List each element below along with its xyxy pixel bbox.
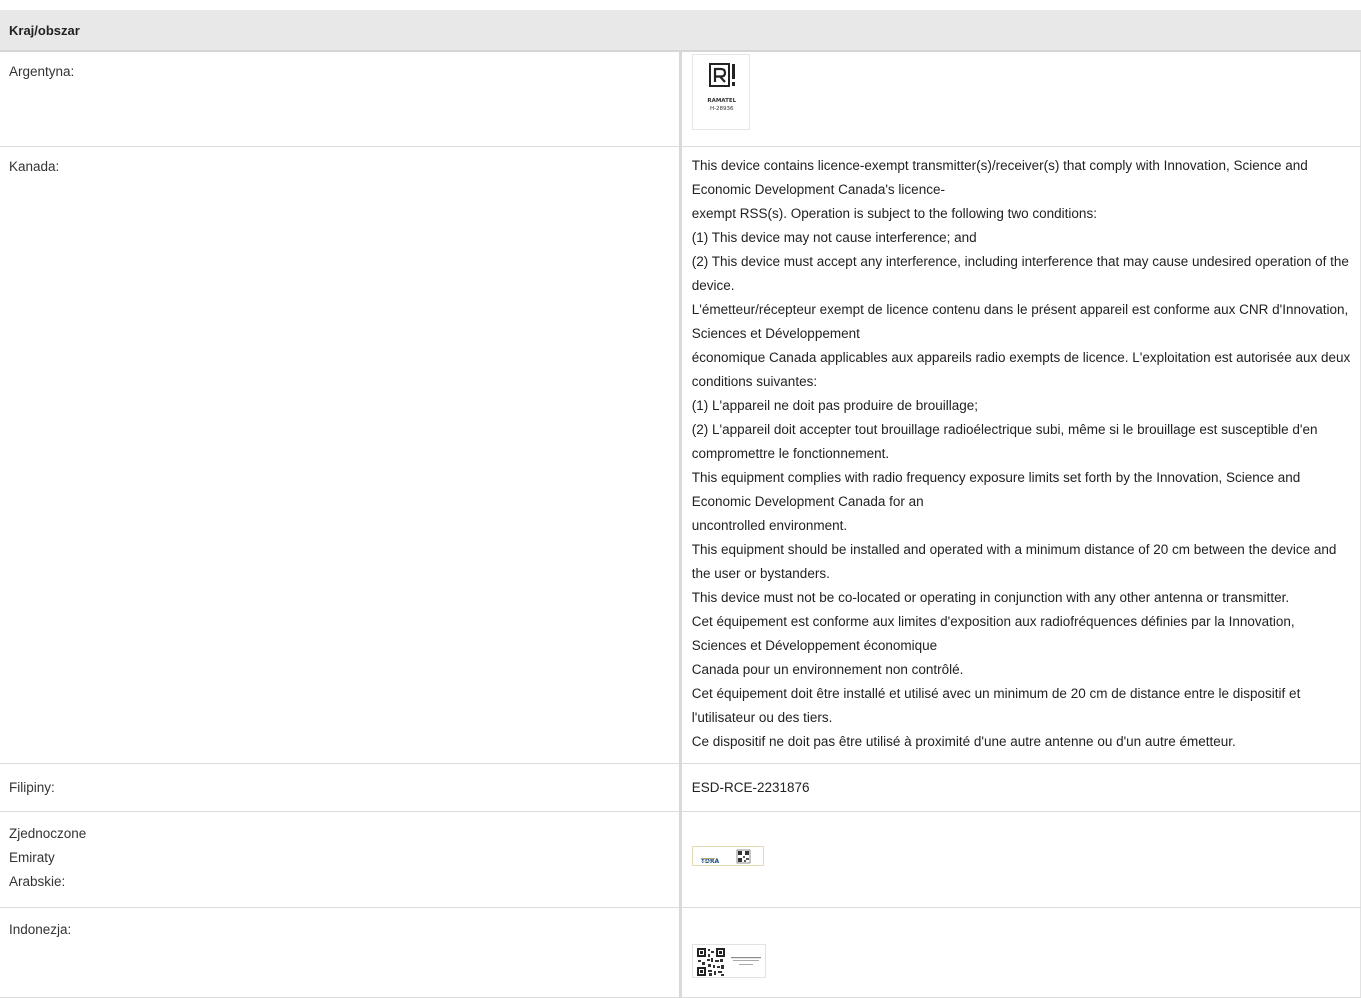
text-line: économique Canada applicables aux appare…: [691, 350, 1351, 389]
country-cell: Zjednoczone Emiraty Arabskie:: [0, 811, 682, 908]
country-cell: Filipiny:: [0, 763, 682, 812]
tdra-label-icon: TDRA: [691, 846, 764, 866]
text-line: exempt RSS(s). Operation is subject to t…: [691, 206, 1097, 221]
text-line: (1) This device may not cause interferen…: [691, 230, 977, 245]
content-cell: TDRA: [680, 811, 1361, 908]
table-row: Filipiny: ESD-RCE-2231876: [0, 763, 1361, 812]
country-cell: Indonezja:: [0, 907, 682, 998]
table-row: Zjednoczone Emiraty Arabskie: TDRA: [0, 811, 1361, 908]
country-line: Zjednoczone: [9, 826, 87, 841]
text-line: (1) L'appareil ne doit pas produire de b…: [691, 398, 979, 413]
content-cell: This device contains licence-exempt tran…: [680, 146, 1361, 764]
ramatel-logo-icon: RAMATEL H-28936: [691, 54, 750, 130]
text-line: This equipment complies with radio frequ…: [691, 470, 1301, 509]
content-cell: RAMATEL H-28936: [680, 51, 1361, 147]
ramatel-code: H-28936: [709, 106, 734, 112]
text-line: This equipment should be installed and o…: [691, 542, 1337, 581]
country-line: Emiraty: [9, 850, 55, 865]
text-line: This device contains licence-exempt tran…: [691, 158, 1308, 197]
regulatory-table: Kraj/obszar Argentyna: RAMATEL H-28936 K…: [0, 10, 1361, 998]
country-cell: Argentyna:: [0, 51, 682, 147]
text-line: Cet équipement est conforme aux limites …: [691, 614, 1295, 653]
text-line: Ce dispositif ne doit pas être utilisé à…: [691, 734, 1236, 749]
table-header-row: Kraj/obszar: [0, 10, 1361, 52]
text-line: This device must not be co-located or op…: [691, 590, 1290, 605]
text-line: Cet équipement doit être installé et uti…: [691, 686, 1301, 725]
content-cell: ESD-RCE-2231876: [680, 763, 1361, 812]
table-row: Kanada: This device contains licence-exe…: [0, 146, 1361, 764]
text-line: uncontrolled environment.: [691, 518, 848, 533]
country-cell: Kanada:: [0, 146, 682, 764]
text-line: (2) L'appareil doit accepter tout brouil…: [691, 422, 1318, 461]
compliance-table-container: Kraj/obszar Argentyna: RAMATEL H-28936 K…: [0, 10, 1361, 998]
table-row: Argentyna: RAMATEL H-28936: [0, 51, 1361, 147]
text-line: L'émetteur/récepteur exempt de licence c…: [691, 302, 1349, 341]
text-line: (2) This device must accept any interfer…: [691, 254, 1349, 293]
indonesia-qr-label-icon: [691, 944, 766, 978]
content-cell: [680, 907, 1361, 998]
column-header-country: Kraj/obszar: [0, 10, 1361, 52]
country-line: Arabskie:: [9, 874, 66, 889]
text-line: Canada pour un environnement non contrôl…: [691, 662, 964, 677]
table-row: Indonezja:: [0, 907, 1361, 998]
